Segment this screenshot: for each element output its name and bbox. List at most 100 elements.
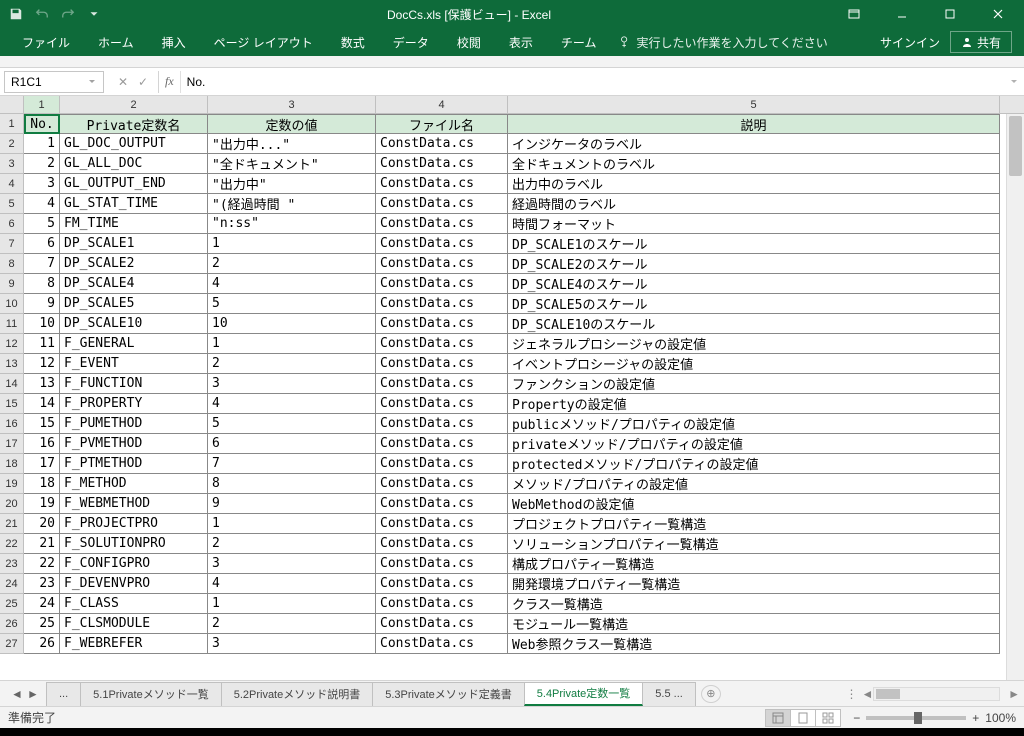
cell[interactable]: 4 — [208, 274, 376, 294]
cell[interactable]: GL_STAT_TIME — [60, 194, 208, 214]
cell[interactable]: 1 — [208, 594, 376, 614]
row-header[interactable]: 4 — [0, 174, 24, 194]
cell[interactable]: F_PROPERTY — [60, 394, 208, 414]
cell[interactable]: GL_OUTPUT_END — [60, 174, 208, 194]
row-header[interactable]: 10 — [0, 294, 24, 314]
cell[interactable]: ConstData.cs — [376, 154, 508, 174]
cell[interactable]: 17 — [24, 454, 60, 474]
cell[interactable]: GL_ALL_DOC — [60, 154, 208, 174]
cell[interactable]: 出力中のラベル — [508, 174, 1000, 194]
cell[interactable]: F_CONFIGPRO — [60, 554, 208, 574]
sheet-tab[interactable]: 5.1Privateメソッド一覧 — [80, 682, 222, 706]
row-header[interactable]: 12 — [0, 334, 24, 354]
row-header[interactable]: 22 — [0, 534, 24, 554]
cell[interactable]: GL_DOC_OUTPUT — [60, 134, 208, 154]
cell[interactable]: 3 — [208, 554, 376, 574]
cell[interactable]: F_PUMETHOD — [60, 414, 208, 434]
zoom-in-button[interactable]: + — [972, 711, 979, 725]
row-header[interactable]: 3 — [0, 154, 24, 174]
row-header[interactable]: 9 — [0, 274, 24, 294]
normal-view-button[interactable] — [765, 709, 791, 727]
header-cell[interactable]: 定数の値 — [208, 114, 376, 134]
select-all-corner[interactable] — [0, 96, 24, 113]
cell[interactable]: ConstData.cs — [376, 134, 508, 154]
cell[interactable]: FM_TIME — [60, 214, 208, 234]
cell[interactable]: ConstData.cs — [376, 174, 508, 194]
ribbon-tab[interactable]: ファイル — [8, 28, 84, 56]
ribbon-tab[interactable]: 数式 — [327, 28, 379, 56]
cell[interactable]: ConstData.cs — [376, 194, 508, 214]
cell[interactable]: 2 — [208, 614, 376, 634]
column-header[interactable]: 4 — [376, 96, 508, 113]
cell[interactable]: ファンクションの設定値 — [508, 374, 1000, 394]
cell[interactable]: 6 — [24, 234, 60, 254]
row-header[interactable]: 7 — [0, 234, 24, 254]
cell[interactable]: ConstData.cs — [376, 234, 508, 254]
row-header[interactable]: 16 — [0, 414, 24, 434]
cell[interactable]: 15 — [24, 414, 60, 434]
cell[interactable]: ConstData.cs — [376, 634, 508, 654]
cell[interactable]: 11 — [24, 334, 60, 354]
cell[interactable]: F_WEBREFER — [60, 634, 208, 654]
cell[interactable]: 19 — [24, 494, 60, 514]
cell[interactable]: 3 — [208, 374, 376, 394]
column-header[interactable]: 5 — [508, 96, 1000, 113]
cell[interactable]: 5 — [24, 214, 60, 234]
cell[interactable]: 4 — [208, 574, 376, 594]
cell[interactable]: ConstData.cs — [376, 294, 508, 314]
cell[interactable]: ジェネラルプロシージャの設定値 — [508, 334, 1000, 354]
column-header[interactable]: 2 — [60, 96, 208, 113]
cell[interactable]: WebMethodの設定値 — [508, 494, 1000, 514]
cell[interactable]: 9 — [208, 494, 376, 514]
cell[interactable]: Propertyの設定値 — [508, 394, 1000, 414]
cell[interactable]: 8 — [208, 474, 376, 494]
cell[interactable]: F_FUNCTION — [60, 374, 208, 394]
cell[interactable]: ConstData.cs — [376, 434, 508, 454]
cell[interactable]: メソッド/プロパティの設定値 — [508, 474, 1000, 494]
cell[interactable]: 1 — [208, 514, 376, 534]
cell[interactable]: ソリューションプロパティ一覧構造 — [508, 534, 1000, 554]
cell[interactable]: DP_SCALE10のスケール — [508, 314, 1000, 334]
hscroll-right-icon[interactable]: ► — [1008, 687, 1020, 701]
page-break-view-button[interactable] — [815, 709, 841, 727]
qat-dropdown-icon[interactable] — [82, 2, 106, 26]
row-header[interactable]: 1 — [0, 114, 24, 134]
cell[interactable]: 9 — [24, 294, 60, 314]
row-header[interactable]: 24 — [0, 574, 24, 594]
cell[interactable]: ConstData.cs — [376, 274, 508, 294]
cell[interactable]: 2 — [208, 254, 376, 274]
cell[interactable]: 14 — [24, 394, 60, 414]
row-header[interactable]: 27 — [0, 634, 24, 654]
cell[interactable]: ConstData.cs — [376, 574, 508, 594]
cell[interactable]: 20 — [24, 514, 60, 534]
cell[interactable]: ConstData.cs — [376, 334, 508, 354]
cell[interactable]: F_PVMETHOD — [60, 434, 208, 454]
header-cell[interactable]: 説明 — [508, 114, 1000, 134]
cell[interactable]: Web参照クラス一覧構造 — [508, 634, 1000, 654]
row-header[interactable]: 21 — [0, 514, 24, 534]
cell[interactable]: "全ドキュメント" — [208, 154, 376, 174]
cell[interactable]: 5 — [208, 414, 376, 434]
ribbon-tab[interactable]: チーム — [547, 28, 611, 56]
row-header[interactable]: 2 — [0, 134, 24, 154]
cell[interactable]: F_PTMETHOD — [60, 454, 208, 474]
cell[interactable]: 5 — [208, 294, 376, 314]
column-header[interactable]: 3 — [208, 96, 376, 113]
cell[interactable]: F_PROJECTPRO — [60, 514, 208, 534]
cell[interactable]: F_DEVENVPRO — [60, 574, 208, 594]
cell[interactable]: F_METHOD — [60, 474, 208, 494]
sign-in-button[interactable]: サインイン — [870, 34, 950, 51]
cell[interactable]: 全ドキュメントのラベル — [508, 154, 1000, 174]
sheet-prev-icon[interactable]: ◄ — [10, 687, 24, 701]
formula-input[interactable]: No. — [180, 71, 1004, 93]
cell[interactable]: F_CLASS — [60, 594, 208, 614]
cell[interactable]: インジケータのラベル — [508, 134, 1000, 154]
cell[interactable]: 4 — [208, 394, 376, 414]
page-layout-view-button[interactable] — [790, 709, 816, 727]
ribbon-tab[interactable]: 校閲 — [443, 28, 495, 56]
hscroll-left-icon[interactable]: ◄ — [862, 687, 874, 701]
row-header[interactable]: 11 — [0, 314, 24, 334]
sheet-next-icon[interactable]: ► — [26, 687, 40, 701]
cell[interactable]: F_WEBMETHOD — [60, 494, 208, 514]
cell[interactable]: イベントプロシージャの設定値 — [508, 354, 1000, 374]
